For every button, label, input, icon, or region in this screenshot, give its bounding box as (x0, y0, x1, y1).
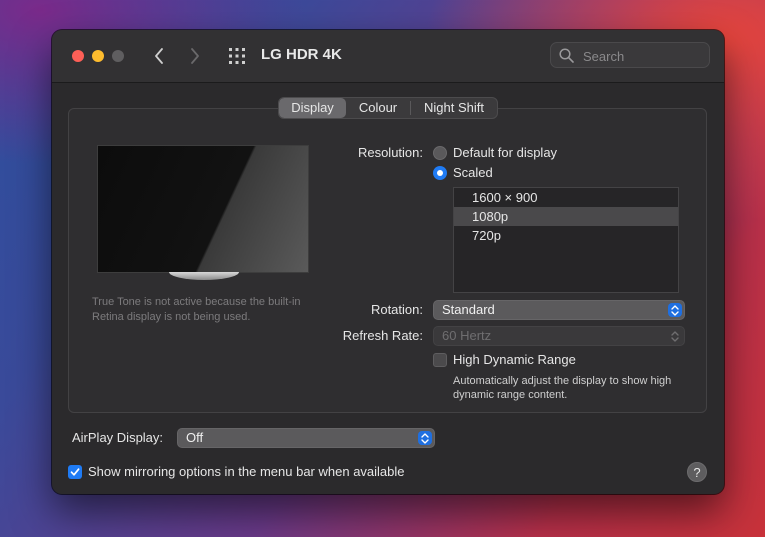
help-button[interactable]: ? (687, 462, 707, 482)
resolution-option[interactable]: 720p (454, 226, 678, 245)
refresh-rate-label: Refresh Rate: (342, 328, 423, 343)
title-bar: LG HDR 4K (52, 30, 724, 83)
hdr-checkbox[interactable] (433, 353, 447, 367)
hdr-label[interactable]: High Dynamic Range (453, 352, 576, 367)
chevron-updown-icon (668, 303, 682, 317)
radio-scaled-label[interactable]: Scaled (453, 165, 493, 180)
window-title: LG HDR 4K (261, 46, 342, 63)
chevron-updown-icon (668, 329, 682, 343)
chevron-right-icon (191, 48, 199, 64)
rotation-label: Rotation: (370, 302, 423, 317)
tab-colour[interactable]: Colour (346, 98, 410, 118)
chevron-updown-icon (418, 431, 432, 445)
search-input[interactable] (581, 46, 705, 66)
close-button[interactable] (72, 50, 84, 62)
rotation-value: Standard (442, 302, 495, 317)
tab-bar: Display Colour Night Shift (278, 97, 498, 119)
back-button[interactable] (147, 44, 171, 68)
radio-scaled[interactable] (433, 166, 447, 180)
resolution-list: 1600 × 900 1080p 720p (453, 187, 679, 293)
airplay-select[interactable]: Off (177, 428, 435, 448)
airplay-label: AirPlay Display: (72, 430, 164, 445)
resolution-option-selected[interactable]: 1080p (454, 207, 678, 226)
mirroring-label[interactable]: Show mirroring options in the menu bar w… (88, 464, 405, 479)
mirroring-checkbox[interactable] (68, 465, 82, 479)
true-tone-note: True Tone is not active because the buil… (92, 296, 301, 323)
rotation-select[interactable]: Standard (433, 300, 685, 320)
radio-default-label[interactable]: Default for display (453, 145, 557, 160)
radio-default-for-display[interactable] (433, 146, 447, 160)
tab-night-shift[interactable]: Night Shift (411, 98, 497, 118)
search-field[interactable] (550, 42, 710, 68)
checkmark-icon (70, 468, 80, 476)
forward-button[interactable] (183, 44, 207, 68)
chevron-left-icon (155, 48, 163, 64)
resolution-option[interactable]: 1600 × 900 (454, 188, 678, 207)
minimize-button[interactable] (92, 50, 104, 62)
system-preferences-window: LG HDR 4K Display Colour Night Shift Tru… (52, 30, 724, 494)
grid-icon[interactable] (228, 47, 246, 65)
tab-display[interactable]: Display (279, 98, 346, 118)
zoom-button[interactable] (112, 50, 124, 62)
hdr-description: Automatically adjust the display to show… (453, 375, 672, 401)
search-icon (559, 48, 574, 63)
refresh-rate-select[interactable]: 60 Hertz (433, 326, 685, 346)
display-preview-image (97, 145, 309, 273)
resolution-label: Resolution: (357, 145, 423, 160)
airplay-value: Off (186, 430, 204, 445)
refresh-rate-value: 60 Hertz (442, 328, 492, 343)
